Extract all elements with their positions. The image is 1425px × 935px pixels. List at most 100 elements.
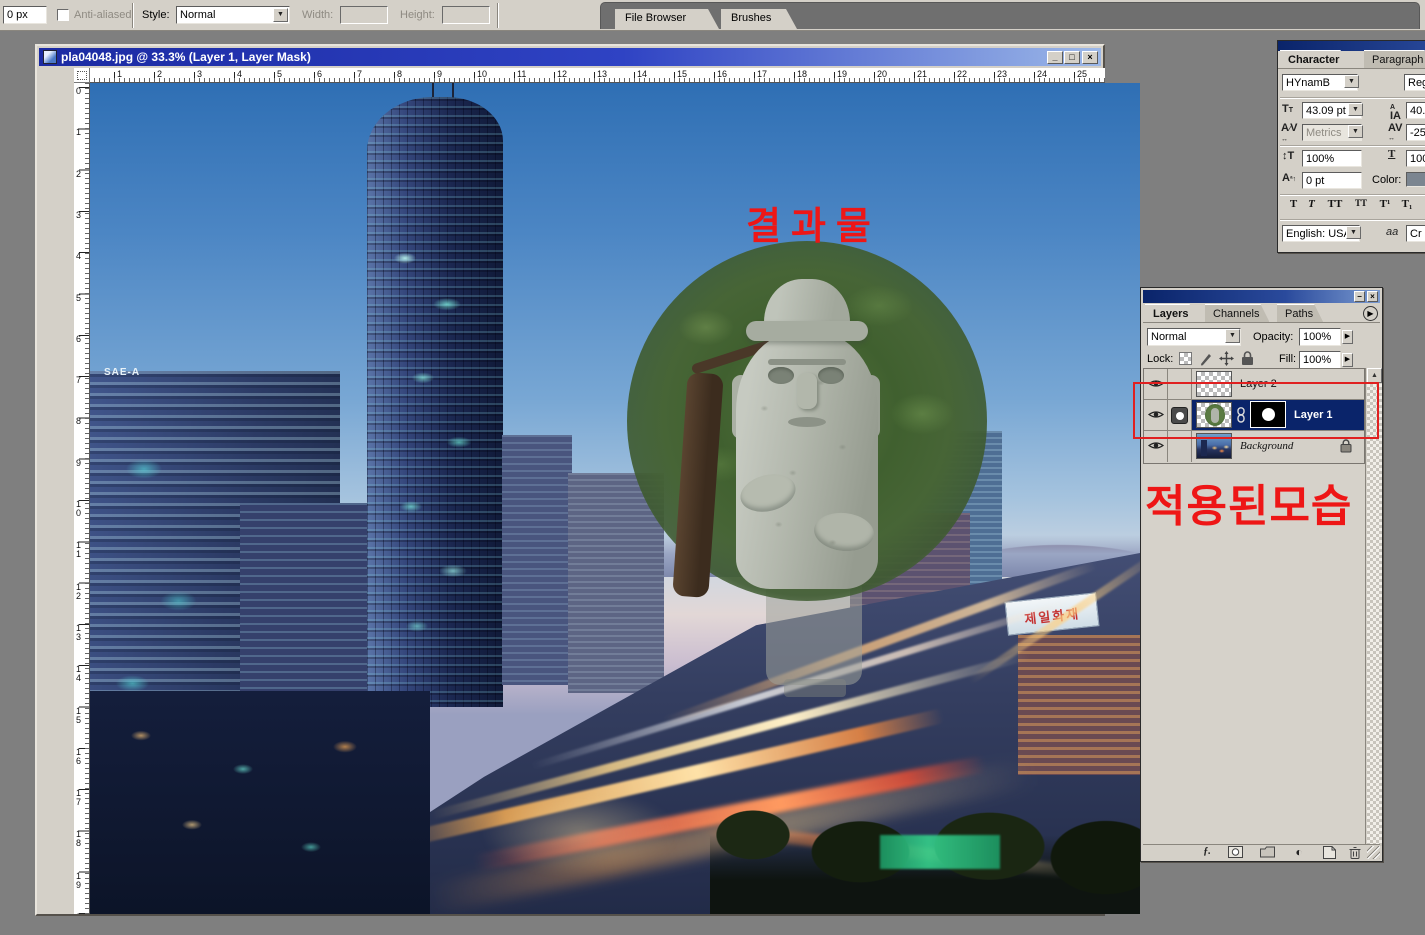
divider [1280, 194, 1425, 196]
all-caps-button[interactable]: TT [1324, 198, 1346, 210]
opacity-input[interactable]: 100% [1299, 328, 1341, 346]
lock-pixels-icon[interactable] [1199, 351, 1213, 369]
vertical-scale-input[interactable]: 100% [1302, 150, 1362, 167]
baseline-shift-icon: Aª↑ [1282, 174, 1296, 184]
anti-alias-select[interactable]: Cr [1406, 225, 1425, 242]
canvas[interactable]: SAE-A 제일화재 [90, 83, 1140, 914]
divider [132, 3, 134, 28]
horizontal-ruler[interactable]: 0123456789101112131415161718192021222324… [74, 68, 1105, 83]
ruler-number: 1 [76, 128, 81, 137]
subscript-button[interactable]: T₁ [1398, 198, 1416, 210]
vertical-ruler[interactable]: 01234567891011121314151617181920 [74, 83, 90, 914]
ruler-number: 1 [117, 69, 122, 79]
horizontal-scale-input[interactable]: 100 [1406, 150, 1425, 167]
lock-label: Lock: [1147, 353, 1173, 365]
style-select[interactable]: Normal ▼ [176, 6, 290, 24]
add-mask-icon[interactable] [1227, 846, 1243, 859]
font-family-row: HYnamB ▼ Regu [1278, 74, 1425, 92]
scroll-track[interactable] [1367, 384, 1382, 846]
chevron-down-icon[interactable]: ▼ [1346, 226, 1361, 239]
applied-annotation-text: 적용된모습 [1145, 470, 1352, 534]
chevron-down-icon[interactable]: ▼ [1225, 329, 1240, 343]
opacity-spinner-icon[interactable]: ▶ [1342, 330, 1353, 344]
new-group-icon[interactable] [1259, 846, 1275, 859]
minimize-button[interactable]: _ [1047, 51, 1063, 64]
scroll-up-icon[interactable]: ▲ [1367, 368, 1382, 383]
tracking-input[interactable]: -25 [1406, 124, 1425, 141]
ruler-number: 19 [76, 872, 81, 890]
radius-input[interactable]: 0 px [3, 6, 47, 24]
divider [497, 3, 499, 28]
lock-position-icon[interactable] [1219, 351, 1234, 369]
character-palette-tabs: Character Paragraph [1278, 51, 1425, 69]
fill-spinner-icon[interactable]: ▶ [1342, 353, 1353, 367]
layer-style-icon[interactable]: ƒ. [1199, 846, 1215, 859]
ruler-number: 6 [317, 69, 322, 79]
layers-scrollbar[interactable]: ▲ [1365, 368, 1382, 846]
superscript-button[interactable]: T¹ [1376, 198, 1394, 210]
text-color-swatch[interactable] [1406, 172, 1425, 187]
character-palette-titlebar[interactable] [1278, 41, 1425, 51]
document-titlebar[interactable]: pla04048.jpg @ 33.3% (Layer 1, Layer Mas… [39, 48, 1101, 66]
ruler-number: 14 [76, 665, 81, 683]
new-layer-icon[interactable] [1321, 846, 1337, 859]
chevron-down-icon[interactable]: ▼ [1344, 75, 1359, 88]
ruler-number: 17 [76, 789, 81, 807]
delete-layer-icon[interactable] [1347, 846, 1363, 859]
leading-input[interactable]: 40. [1406, 102, 1425, 119]
tab-paragraph[interactable]: Paragraph [1364, 50, 1425, 68]
baseline-shift-input[interactable]: 0 pt [1302, 172, 1362, 189]
close-button[interactable]: × [1082, 51, 1098, 64]
ruler-number: 11 [517, 69, 526, 79]
faux-italic-button[interactable]: T [1304, 198, 1319, 210]
ruler-number: 10 [76, 500, 81, 518]
tab-layers[interactable]: Layers [1145, 304, 1198, 322]
ruler-number: 14 [637, 69, 647, 79]
ruler-number: 17 [757, 69, 767, 79]
layers-palette-titlebar[interactable]: − × [1143, 290, 1380, 303]
anti-aliased-checkbox[interactable] [57, 9, 69, 21]
layer-name[interactable]: Background [1240, 440, 1293, 452]
ruler-number: 7 [76, 376, 81, 385]
kerning-value: Metrics [1306, 127, 1341, 139]
tab-character[interactable]: Character [1280, 50, 1349, 68]
ruler-number: 2 [157, 69, 162, 79]
ruler-number: 16 [76, 748, 81, 766]
chevron-down-icon[interactable]: ▼ [273, 8, 288, 22]
font-size-row: TT 43.09 pt ▼ AIA 40. [1278, 102, 1425, 120]
anti-alias-icon: aa [1386, 228, 1398, 237]
tab-file-browser[interactable]: File Browser [615, 9, 719, 29]
resize-grip[interactable] [1367, 846, 1380, 859]
fill-input[interactable]: 100% [1299, 351, 1341, 369]
maximize-button[interactable]: □ [1064, 51, 1080, 64]
ruler-number: 23 [997, 69, 1007, 79]
width-input[interactable] [340, 6, 388, 24]
small-caps-button[interactable]: TT [1350, 198, 1372, 208]
lock-all-icon[interactable] [1241, 351, 1254, 369]
font-style-select[interactable]: Regu [1404, 74, 1425, 91]
minimize-icon[interactable]: − [1354, 291, 1365, 302]
scale-row: ↕T 100% T 100 [1278, 150, 1425, 168]
ruler-number: 24 [1037, 69, 1047, 79]
palette-well: File Browser Brushes [600, 2, 1420, 29]
tracking-icon: AV↔ [1388, 124, 1402, 143]
anti-aliased-label: Anti-aliased [74, 9, 131, 21]
fill-label: Fill: [1279, 353, 1296, 365]
tab-paths[interactable]: Paths [1277, 304, 1323, 322]
language-row: English: USA ▼ aa Cr [1278, 225, 1425, 243]
palette-menu-button[interactable]: ▶ [1363, 306, 1378, 321]
lock-transparency-icon[interactable] [1179, 352, 1192, 365]
chevron-down-icon[interactable]: ▼ [1348, 103, 1363, 116]
ruler-number: 19 [837, 69, 847, 79]
tab-brushes[interactable]: Brushes [721, 9, 797, 29]
adjustment-layer-icon[interactable]: ◐ [1291, 846, 1307, 859]
faux-bold-button[interactable]: T [1286, 198, 1301, 210]
chevron-down-icon[interactable]: ▼ [1348, 125, 1363, 138]
ruler-number: 10 [477, 69, 487, 79]
tab-channels[interactable]: Channels [1205, 304, 1269, 322]
ruler-corner [74, 68, 90, 83]
document-window: pla04048.jpg @ 33.3% (Layer 1, Layer Mas… [35, 44, 1105, 916]
ruler-number: 4 [237, 69, 242, 79]
close-icon[interactable]: × [1367, 291, 1378, 302]
height-input[interactable] [442, 6, 490, 24]
